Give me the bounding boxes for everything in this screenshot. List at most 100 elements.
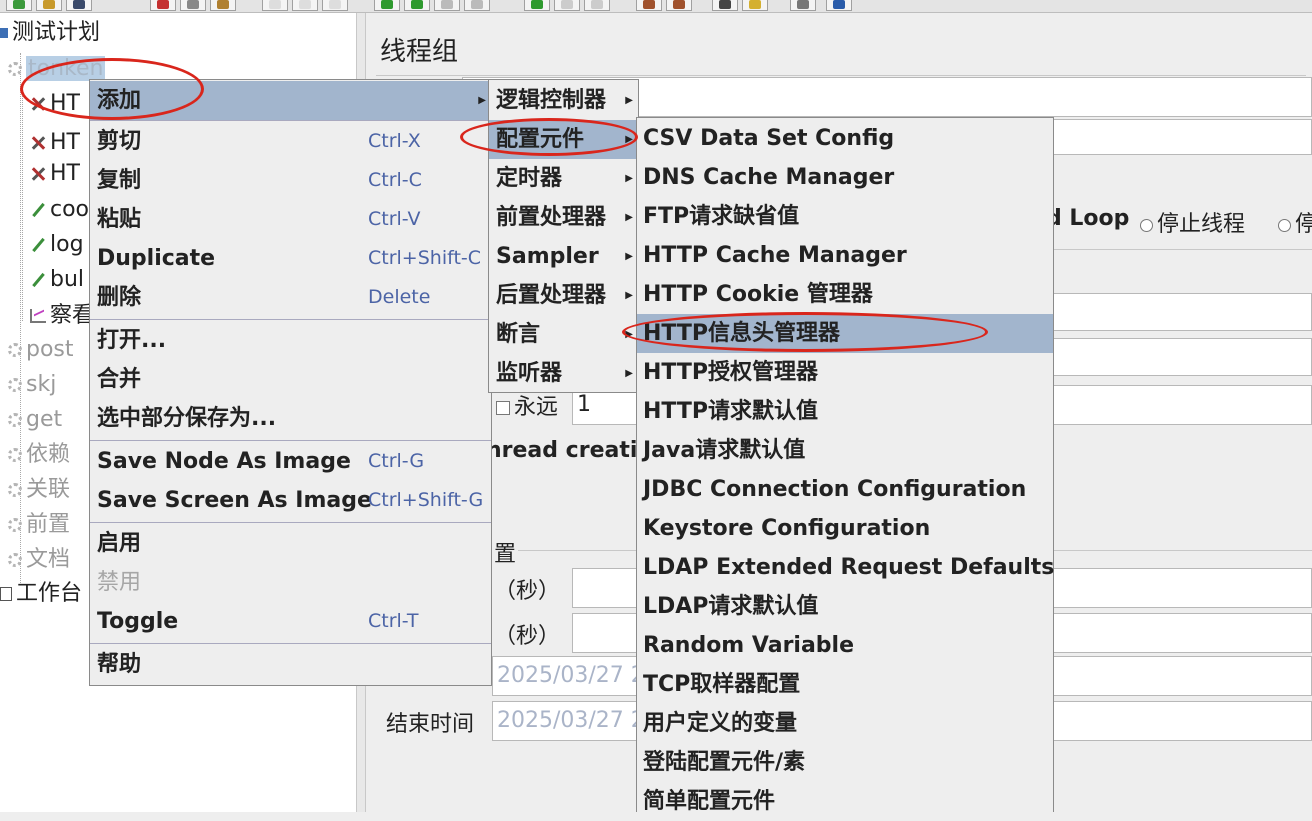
- page-title: 线程组: [380, 37, 459, 67]
- menu-item-label: 启用: [97, 531, 142, 556]
- clear-all-button[interactable]: [666, 0, 692, 11]
- config-item[interactable]: HTTP Cookie 管理器: [637, 275, 1053, 314]
- start-no-pause-button[interactable]: [404, 0, 430, 11]
- tree-node-sampler[interactable]: coo: [30, 195, 89, 225]
- config-item[interactable]: LDAP Extended Request Defaults: [637, 548, 1055, 587]
- menu-item-enable[interactable]: 启用: [90, 524, 491, 563]
- function-helper-button[interactable]: [790, 0, 816, 11]
- tree-node-test-plan[interactable]: 测试计划: [0, 18, 100, 48]
- tree-node-http-sampler[interactable]: HT: [30, 159, 80, 189]
- tree-node-sampler[interactable]: bul: [30, 265, 84, 295]
- forever-checkbox[interactable]: 永远: [496, 389, 558, 421]
- menu-item-save-selection[interactable]: 选中部分保存为...: [90, 399, 491, 438]
- config-item-header-manager[interactable]: HTTP信息头管理器: [637, 314, 1053, 353]
- search-button[interactable]: [712, 0, 738, 11]
- tree-node-thread-group[interactable]: get: [8, 405, 62, 435]
- save-button[interactable]: [66, 0, 92, 11]
- remote-exit-button[interactable]: [584, 0, 610, 11]
- config-item[interactable]: HTTP Cache Manager: [637, 236, 1053, 275]
- config-item[interactable]: CSV Data Set Config: [637, 119, 1053, 158]
- reset-search-button[interactable]: [742, 0, 768, 11]
- submenu-item-timer[interactable]: 定时器 ▶: [489, 159, 638, 198]
- tree-node-thread-group[interactable]: skj: [8, 370, 56, 400]
- config-item[interactable]: JDBC Connection Configuration: [637, 470, 1053, 509]
- submenu-item-assertion[interactable]: 断言 ▶: [489, 315, 638, 354]
- collapse-button[interactable]: [292, 0, 318, 11]
- open-button[interactable]: [36, 0, 62, 11]
- config-item[interactable]: FTP请求缺省值: [637, 197, 1053, 236]
- menu-item-label: 禁用: [97, 570, 142, 595]
- submenu-item-logic-controller[interactable]: 逻辑控制器 ▶: [489, 81, 638, 120]
- menu-item-label: 用户定义的变量: [643, 711, 798, 736]
- wrench-icon: [30, 166, 46, 182]
- submenu-item-post-processor[interactable]: 后置处理器 ▶: [489, 276, 638, 315]
- tree-node-http-sampler[interactable]: HT: [30, 128, 80, 158]
- menu-item-help[interactable]: 帮助: [90, 645, 491, 684]
- config-item[interactable]: DNS Cache Manager: [637, 158, 1053, 197]
- tree-node-listener[interactable]: 察看: [30, 301, 94, 331]
- radio-start-next-loop[interactable]: d Loop: [1046, 206, 1129, 231]
- cut-button[interactable]: [150, 0, 176, 11]
- menu-item-merge[interactable]: 合并: [90, 360, 491, 399]
- gear-icon: [8, 343, 22, 357]
- config-item[interactable]: Java请求默认值: [637, 431, 1053, 470]
- config-item[interactable]: TCP取样器配置: [637, 665, 1053, 704]
- toggle-button[interactable]: [322, 0, 348, 11]
- menu-item-delete[interactable]: 删除 Delete: [90, 278, 491, 317]
- radio-stop-test[interactable]: 停: [1278, 206, 1312, 238]
- startup-delay-label: （秒）: [494, 624, 561, 649]
- thread-count-field[interactable]: [1052, 293, 1312, 331]
- dropper-icon: [30, 237, 46, 253]
- config-item[interactable]: 登陆配置元件/素: [637, 743, 1053, 782]
- menu-item-copy[interactable]: 复制 Ctrl-C: [90, 161, 491, 200]
- config-item[interactable]: Keystore Configuration: [637, 509, 1053, 548]
- menu-item-save-screen-image[interactable]: Save Screen As Image Ctrl+Shift-G: [90, 481, 491, 520]
- submenu-item-pre-processor[interactable]: 前置处理器 ▶: [489, 198, 638, 237]
- tree-node-thread-group[interactable]: post: [8, 335, 74, 365]
- config-item[interactable]: HTTP请求默认值: [637, 392, 1053, 431]
- tree-node-http-sampler[interactable]: HT: [30, 89, 80, 119]
- stop-button[interactable]: [434, 0, 460, 11]
- menu-item-shortcut: Ctrl+Shift-C: [368, 247, 482, 269]
- expand-button[interactable]: [262, 0, 288, 11]
- tree-node-workbench[interactable]: 工作台: [0, 579, 82, 609]
- config-item[interactable]: Random Variable: [637, 626, 1053, 665]
- workbench-icon: [0, 587, 12, 601]
- submenu-item-listener[interactable]: 监听器 ▶: [489, 354, 638, 393]
- start-button[interactable]: [374, 0, 400, 11]
- tree-node-thread-group[interactable]: 文档: [8, 545, 70, 575]
- menu-item-save-node-image[interactable]: Save Node As Image Ctrl-G: [90, 442, 491, 481]
- help-button[interactable]: [826, 0, 852, 11]
- menu-item-open[interactable]: 打开...: [90, 321, 491, 360]
- radio-stop-thread[interactable]: 停止线程: [1140, 206, 1245, 238]
- tree-node-sampler[interactable]: log: [30, 230, 84, 260]
- menu-item-cut[interactable]: 剪切 Ctrl-X: [90, 122, 491, 161]
- menu-item-duplicate[interactable]: Duplicate Ctrl+Shift-C: [90, 239, 491, 278]
- config-item[interactable]: HTTP授权管理器: [637, 353, 1053, 392]
- submenu-item-config-element[interactable]: 配置元件 ▶: [489, 120, 638, 159]
- config-item[interactable]: 用户定义的变量: [637, 704, 1053, 743]
- menu-item-add[interactable]: 添加 ▶: [90, 81, 491, 120]
- tree-node-thread-group[interactable]: 依赖: [8, 440, 70, 470]
- menu-item-label: 简单配置元件: [643, 789, 776, 814]
- menu-item-label: LDAP Extended Request Defaults: [643, 555, 1055, 580]
- delay-thread-creation-checkbox[interactable]: hread creati: [486, 438, 637, 463]
- menu-item-paste[interactable]: 粘贴 Ctrl-V: [90, 200, 491, 239]
- ramp-up-field[interactable]: [1052, 338, 1312, 376]
- submenu-item-sampler[interactable]: Sampler ▶: [489, 237, 638, 276]
- menu-item-label: 前置处理器: [496, 205, 607, 230]
- tree-node-thread-group[interactable]: 前置: [8, 510, 70, 540]
- config-item[interactable]: 简单配置元件: [637, 782, 1053, 821]
- config-item[interactable]: LDAP请求默认值: [637, 587, 1053, 626]
- remote-start-button[interactable]: [524, 0, 550, 11]
- remote-stop-button[interactable]: [554, 0, 580, 11]
- tree-node-thread-group[interactable]: 关联: [8, 475, 70, 505]
- shutdown-button[interactable]: [464, 0, 490, 11]
- menu-item-toggle[interactable]: Toggle Ctrl-T: [90, 602, 491, 641]
- clear-button[interactable]: [636, 0, 662, 11]
- copy-button[interactable]: [180, 0, 206, 11]
- new-plan-button[interactable]: [6, 0, 32, 11]
- chart-icon: [30, 309, 46, 323]
- menu-item-label: 选中部分保存为...: [97, 406, 277, 431]
- paste-button[interactable]: [210, 0, 236, 11]
